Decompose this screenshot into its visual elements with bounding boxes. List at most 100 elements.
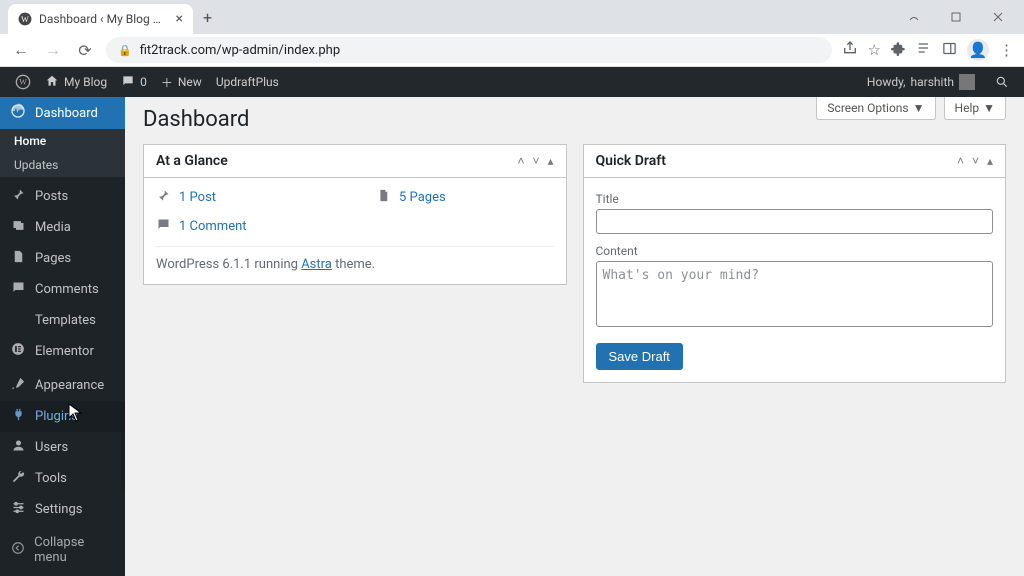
plugin-icon xyxy=(9,407,27,426)
adminbar-search-icon[interactable] xyxy=(988,67,1016,97)
menu-plugins-label: Plugins xyxy=(35,409,78,424)
plus-icon: ＋ xyxy=(161,74,173,91)
lock-icon: 🔒 xyxy=(118,44,132,57)
adminbar-updraft[interactable]: UpdraftPlus xyxy=(209,67,286,97)
bookmark-star-icon[interactable]: ☆ xyxy=(868,41,881,59)
page-icon xyxy=(9,249,27,268)
chevron-down-icon: ▼ xyxy=(983,101,995,115)
panel-move-down-icon[interactable]: ˅ xyxy=(972,154,979,168)
panel-toggle-icon[interactable]: ▴ xyxy=(547,154,553,168)
at-a-glance-panel: At a Glance ˄ ˅ ▴ xyxy=(143,144,567,285)
menu-settings[interactable]: Settings xyxy=(0,494,125,525)
user-avatar-icon xyxy=(959,74,975,90)
help-button[interactable]: Help ▼ xyxy=(944,97,1006,120)
menu-dashboard-label: Dashboard xyxy=(35,106,98,121)
panel-move-up-icon[interactable]: ˄ xyxy=(957,154,964,168)
menu-appearance[interactable]: Appearance xyxy=(0,370,125,401)
brush-icon xyxy=(9,376,27,395)
submenu-updates[interactable]: Updates xyxy=(0,153,125,177)
browser-tab[interactable]: W Dashboard ‹ My Blog — WordPr… × xyxy=(8,4,193,34)
close-tab-icon[interactable]: × xyxy=(176,11,183,27)
submenu-home[interactable]: Home xyxy=(0,129,125,153)
browser-menu-icon[interactable]: ⋮ xyxy=(999,41,1014,59)
svg-text:W: W xyxy=(19,78,27,87)
panel-move-down-icon[interactable]: ˅ xyxy=(532,154,539,168)
menu-templates-label: Templates xyxy=(35,313,96,328)
version-suffix: theme. xyxy=(332,257,375,272)
glance-comments-text: 1 Comment xyxy=(179,219,247,234)
browser-back-button[interactable]: ← xyxy=(10,39,32,61)
screen-options-button[interactable]: Screen Options ▼ xyxy=(816,97,935,120)
menu-templates[interactable]: Templates xyxy=(0,305,125,336)
templates-icon xyxy=(9,311,27,330)
menu-settings-label: Settings xyxy=(35,502,82,517)
browser-forward-button[interactable]: → xyxy=(42,39,64,61)
glance-posts-text: 1 Post xyxy=(179,190,216,205)
adminbar-new[interactable]: ＋ New xyxy=(154,67,209,97)
media-icon xyxy=(9,218,27,237)
glance-pages-link[interactable]: 5 Pages xyxy=(376,188,446,207)
theme-link[interactable]: Astra xyxy=(301,257,332,272)
menu-media-label: Media xyxy=(35,220,71,235)
help-label: Help xyxy=(955,101,980,115)
menu-comments[interactable]: Comments xyxy=(0,274,125,305)
wrench-icon xyxy=(9,469,27,488)
menu-users-label: Users xyxy=(35,440,68,455)
page-title: Dashboard xyxy=(143,107,249,132)
browser-reload-button[interactable]: ⟳ xyxy=(74,39,96,61)
adminbar-comments[interactable]: 0 xyxy=(114,67,154,97)
quick-draft-title-label: Title xyxy=(596,192,994,206)
adminbar-site-name: My Blog xyxy=(64,75,107,89)
admin-sidebar: Dashboard Home Updates Posts Media Pages xyxy=(0,97,125,576)
menu-posts[interactable]: Posts xyxy=(0,181,125,212)
howdy-prefix: Howdy, xyxy=(867,75,906,89)
quick-draft-heading: Quick Draft xyxy=(596,153,666,169)
adminbar-howdy[interactable]: Howdy, harshith xyxy=(860,67,982,97)
menu-elementor[interactable]: Elementor xyxy=(0,336,125,366)
side-panel-icon[interactable] xyxy=(942,41,957,60)
version-prefix: WordPress 6.1.1 running xyxy=(156,257,301,272)
menu-tools-label: Tools xyxy=(35,471,67,486)
quick-draft-content-textarea[interactable] xyxy=(596,261,994,327)
quick-draft-panel: Quick Draft ˄ ˅ ▴ Title Content Save Dra… xyxy=(583,144,1007,383)
menu-plugins[interactable]: Plugins Installed Plugins Add New Plugin… xyxy=(0,401,125,432)
adminbar-wp-logo[interactable]: W xyxy=(8,67,38,97)
adminbar-comment-count: 0 xyxy=(140,75,147,89)
at-a-glance-heading: At a Glance xyxy=(156,153,228,169)
screen-options-label: Screen Options xyxy=(827,101,908,115)
quick-draft-content-label: Content xyxy=(596,244,994,258)
reading-list-icon[interactable] xyxy=(916,40,932,60)
pin-icon xyxy=(9,187,27,206)
menu-dashboard[interactable]: Dashboard xyxy=(0,97,125,129)
panel-toggle-icon[interactable]: ▴ xyxy=(987,154,993,168)
new-tab-button[interactable]: + xyxy=(193,8,222,27)
menu-pages[interactable]: Pages xyxy=(0,243,125,274)
pages-icon xyxy=(376,188,391,207)
howdy-username: harshith xyxy=(911,75,954,89)
menu-posts-label: Posts xyxy=(35,189,68,204)
extensions-icon[interactable] xyxy=(891,41,906,60)
menu-media[interactable]: Media xyxy=(0,212,125,243)
window-minimize-icon[interactable] xyxy=(894,3,934,31)
menu-collapse[interactable]: Collapse menu xyxy=(0,529,125,571)
window-maximize-icon[interactable] xyxy=(936,3,976,31)
profile-avatar-icon[interactable]: 👤 xyxy=(967,39,989,61)
glance-comments-link[interactable]: 1 Comment xyxy=(156,217,554,236)
menu-users[interactable]: Users xyxy=(0,432,125,463)
share-icon[interactable] xyxy=(842,40,858,60)
adminbar-site-link[interactable]: My Blog xyxy=(38,67,114,97)
quick-draft-title-input[interactable] xyxy=(596,209,994,234)
chevron-down-icon: ▼ xyxy=(913,101,925,115)
save-draft-button[interactable]: Save Draft xyxy=(596,343,683,370)
user-icon xyxy=(9,438,27,457)
panel-move-up-icon[interactable]: ˄ xyxy=(517,154,524,168)
glance-posts-link[interactable]: 1 Post xyxy=(156,188,216,207)
window-close-icon[interactable] xyxy=(978,3,1018,31)
menu-pages-label: Pages xyxy=(35,251,71,266)
dashboard-icon xyxy=(9,103,27,123)
comment-icon xyxy=(9,280,27,299)
menu-tools[interactable]: Tools xyxy=(0,463,125,494)
browser-url-bar[interactable]: 🔒 fit2track.com/wp-admin/index.php xyxy=(106,37,832,63)
menu-elementor-label: Elementor xyxy=(35,344,94,359)
browser-url-text: fit2track.com/wp-admin/index.php xyxy=(140,43,340,58)
